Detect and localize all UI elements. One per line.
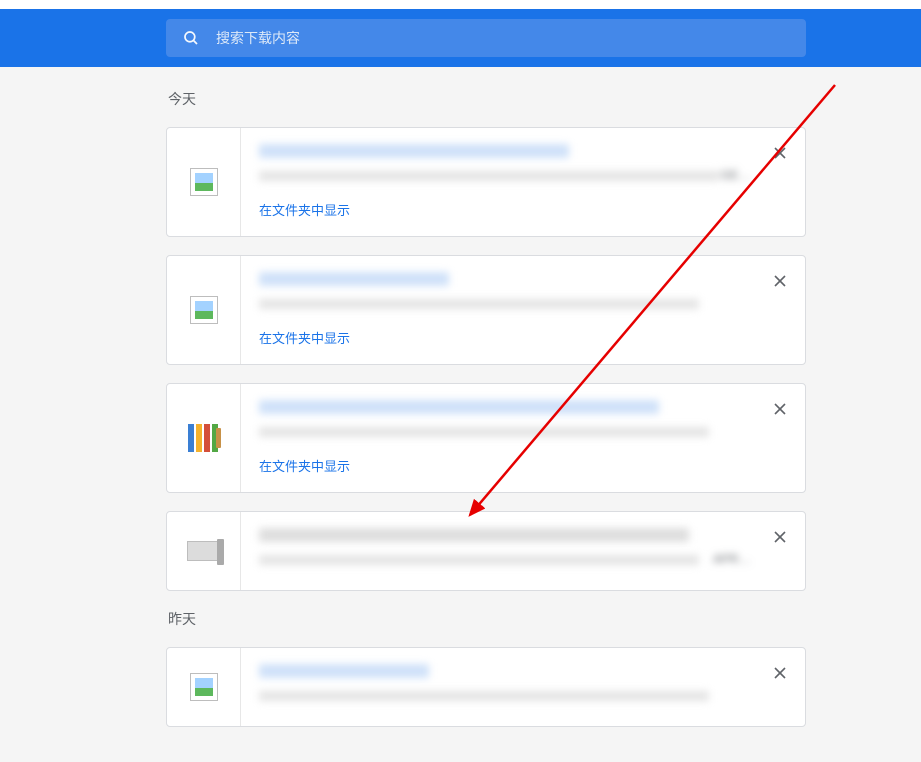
download-url-suffix: APR… xyxy=(713,552,787,566)
download-url xyxy=(259,688,787,698)
download-url: APR… xyxy=(259,552,787,562)
downloads-list: 今天 GE… 在文件夹中显示在文件夹中显示在文件夹中显示 APR… 昨天 xyxy=(166,89,806,727)
download-url xyxy=(259,424,787,434)
download-item-body: APR… xyxy=(241,512,805,590)
file-archive-icon xyxy=(188,424,220,452)
show-in-folder-link[interactable]: 在文件夹中显示 xyxy=(259,328,350,347)
file-image-icon xyxy=(190,168,218,196)
section-heading-yesterday: 昨天 xyxy=(166,609,806,629)
download-filename[interactable] xyxy=(259,664,787,678)
download-item-body: 在文件夹中显示 xyxy=(241,256,805,364)
download-filename[interactable] xyxy=(259,528,787,542)
downloads-header xyxy=(0,9,921,67)
section-heading-today: 今天 xyxy=(166,89,806,109)
download-item-body: 在文件夹中显示 xyxy=(241,384,805,492)
download-item: 在文件夹中显示 xyxy=(166,255,806,365)
file-image-icon xyxy=(190,296,218,324)
download-item-icon xyxy=(167,648,241,726)
download-item-body xyxy=(241,648,805,726)
show-in-folder-link[interactable]: 在文件夹中显示 xyxy=(259,456,350,475)
download-item: GE… 在文件夹中显示 xyxy=(166,127,806,237)
download-item-icon xyxy=(167,128,241,236)
file-image-icon xyxy=(190,673,218,701)
download-item: APR… xyxy=(166,511,806,591)
download-url-suffix: GE… xyxy=(721,168,787,182)
download-item-icon xyxy=(167,256,241,364)
download-url: GE… xyxy=(259,168,787,178)
download-url xyxy=(259,296,787,306)
download-filename[interactable] xyxy=(259,400,787,414)
show-in-folder-link[interactable]: 在文件夹中显示 xyxy=(259,200,350,219)
download-filename[interactable] xyxy=(259,144,787,158)
download-filename[interactable] xyxy=(259,272,787,286)
search-input[interactable] xyxy=(216,30,790,46)
download-item: 在文件夹中显示 xyxy=(166,383,806,493)
download-item xyxy=(166,647,806,727)
download-item-body: GE… 在文件夹中显示 xyxy=(241,128,805,236)
download-item-icon xyxy=(167,512,241,590)
search-icon xyxy=(182,29,200,47)
file-binary-icon xyxy=(187,541,221,561)
search-box[interactable] xyxy=(166,19,806,57)
download-item-icon xyxy=(167,384,241,492)
